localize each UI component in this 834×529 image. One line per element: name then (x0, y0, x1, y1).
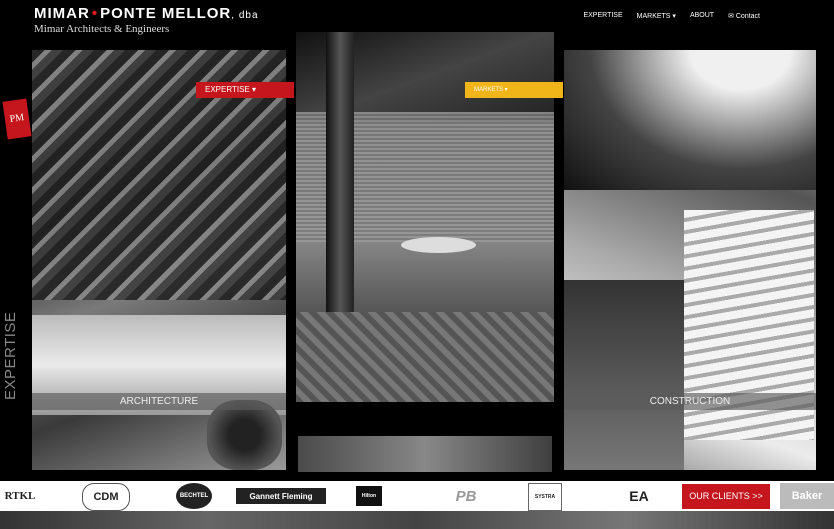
site-header: MIMAR • PONTE MELLOR, dba Mimar Architects… (0, 0, 834, 35)
client-logo-hilton: Hilton (356, 486, 382, 506)
client-logo-rtkl: RTKL (4, 490, 36, 502)
interiors-floor-strip (298, 436, 552, 472)
brand-title: MIMAR • PONTE MELLOR, dba (34, 6, 259, 23)
client-logo-cdm: CDM (82, 483, 130, 511)
architecture-panel[interactable]: ARCHITECTURE (32, 50, 286, 470)
main-nav: EXPERTISE MARKETS ▾ ABOUT ✉ Contact (583, 12, 760, 20)
nav-expertise[interactable]: EXPERTISE (583, 12, 622, 20)
client-logo-baker: Baker (780, 483, 834, 509)
nav-about[interactable]: ABOUT (690, 12, 714, 20)
brand-logo[interactable]: MIMAR • PONTE MELLOR, dba Mimar Architects… (34, 6, 259, 35)
carpet-image (296, 312, 554, 402)
nav-markets[interactable]: MARKETS ▾ (637, 12, 676, 20)
client-logo-gannett-fleming: Gannett Fleming (236, 488, 326, 504)
nav-contact[interactable]: ✉ Contact (728, 12, 760, 20)
construction-panel[interactable]: CONSTRUCTION (564, 50, 816, 470)
footer-image-strip (0, 511, 834, 529)
client-logo-bechtel: BECHTEL (176, 483, 212, 509)
brand-suffix: , dba (231, 10, 259, 21)
brand-name: MIMAR (34, 5, 90, 22)
client-logo-ea: EA (629, 488, 649, 504)
brand-dot: • (91, 5, 99, 22)
architecture-tree-image (207, 400, 282, 470)
markets-dropdown-tag[interactable]: MARKETS ▾ (465, 82, 563, 98)
courtyard-image (564, 280, 684, 470)
client-logo-pb: PB (455, 487, 477, 505)
construction-caption: CONSTRUCTION (564, 393, 816, 410)
pm-logo: PM (2, 98, 32, 140)
brand-partner: PONTE MELLOR (100, 5, 232, 22)
our-clients-button[interactable]: OUR CLIENTS >> (682, 484, 770, 509)
side-expertise-label: EXPERTISE (2, 311, 19, 400)
client-logo-systra: SYSTRA (528, 483, 562, 511)
table-image (401, 237, 476, 253)
architecture-caption: ARCHITECTURE (32, 393, 286, 410)
expertise-dropdown-tag[interactable]: EXPERTISE ▾ (196, 82, 294, 98)
building-arch-image (564, 50, 816, 190)
brand-subtitle: Mimar Architects & Engineers (34, 23, 170, 35)
